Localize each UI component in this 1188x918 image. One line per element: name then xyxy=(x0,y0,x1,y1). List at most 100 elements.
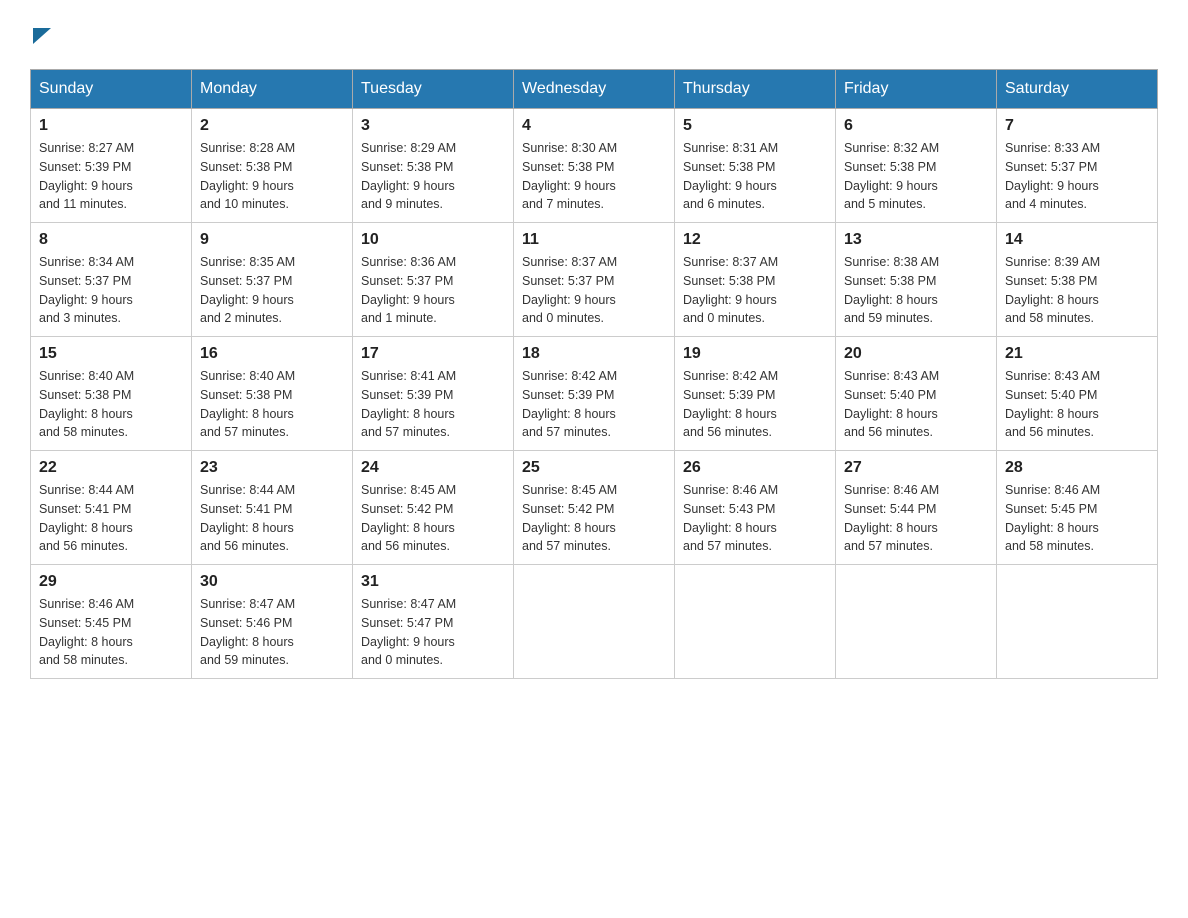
day-info: Sunrise: 8:45 AMSunset: 5:42 PMDaylight:… xyxy=(522,481,666,556)
calendar-day-cell: 6 Sunrise: 8:32 AMSunset: 5:38 PMDayligh… xyxy=(836,109,997,223)
calendar-day-cell: 12 Sunrise: 8:37 AMSunset: 5:38 PMDaylig… xyxy=(675,223,836,337)
calendar-day-cell: 18 Sunrise: 8:42 AMSunset: 5:39 PMDaylig… xyxy=(514,337,675,451)
day-info: Sunrise: 8:46 AMSunset: 5:45 PMDaylight:… xyxy=(39,595,183,670)
calendar-week-row: 15 Sunrise: 8:40 AMSunset: 5:38 PMDaylig… xyxy=(31,337,1158,451)
calendar-day-cell: 28 Sunrise: 8:46 AMSunset: 5:45 PMDaylig… xyxy=(997,451,1158,565)
day-info: Sunrise: 8:47 AMSunset: 5:46 PMDaylight:… xyxy=(200,595,344,670)
calendar-day-header: Thursday xyxy=(675,70,836,109)
day-info: Sunrise: 8:27 AMSunset: 5:39 PMDaylight:… xyxy=(39,139,183,214)
calendar-day-cell: 17 Sunrise: 8:41 AMSunset: 5:39 PMDaylig… xyxy=(353,337,514,451)
day-info: Sunrise: 8:34 AMSunset: 5:37 PMDaylight:… xyxy=(39,253,183,328)
day-info: Sunrise: 8:41 AMSunset: 5:39 PMDaylight:… xyxy=(361,367,505,442)
calendar-day-cell: 4 Sunrise: 8:30 AMSunset: 5:38 PMDayligh… xyxy=(514,109,675,223)
calendar-day-cell: 13 Sunrise: 8:38 AMSunset: 5:38 PMDaylig… xyxy=(836,223,997,337)
calendar-header-row: SundayMondayTuesdayWednesdayThursdayFrid… xyxy=(31,70,1158,109)
calendar-day-header: Friday xyxy=(836,70,997,109)
day-number: 26 xyxy=(683,459,827,477)
day-number: 22 xyxy=(39,459,183,477)
day-info: Sunrise: 8:42 AMSunset: 5:39 PMDaylight:… xyxy=(522,367,666,442)
day-number: 4 xyxy=(522,117,666,135)
day-info: Sunrise: 8:35 AMSunset: 5:37 PMDaylight:… xyxy=(200,253,344,328)
calendar-day-header: Saturday xyxy=(997,70,1158,109)
calendar-day-cell: 9 Sunrise: 8:35 AMSunset: 5:37 PMDayligh… xyxy=(192,223,353,337)
day-number: 18 xyxy=(522,345,666,363)
day-info: Sunrise: 8:37 AMSunset: 5:38 PMDaylight:… xyxy=(683,253,827,328)
day-number: 5 xyxy=(683,117,827,135)
calendar-day-cell: 30 Sunrise: 8:47 AMSunset: 5:46 PMDaylig… xyxy=(192,565,353,679)
day-info: Sunrise: 8:37 AMSunset: 5:37 PMDaylight:… xyxy=(522,253,666,328)
calendar-day-header: Sunday xyxy=(31,70,192,109)
day-number: 13 xyxy=(844,231,988,249)
calendar-day-cell xyxy=(836,565,997,679)
day-number: 25 xyxy=(522,459,666,477)
day-info: Sunrise: 8:46 AMSunset: 5:45 PMDaylight:… xyxy=(1005,481,1149,556)
calendar-day-cell xyxy=(514,565,675,679)
day-number: 2 xyxy=(200,117,344,135)
calendar-day-cell: 19 Sunrise: 8:42 AMSunset: 5:39 PMDaylig… xyxy=(675,337,836,451)
calendar-day-cell: 3 Sunrise: 8:29 AMSunset: 5:38 PMDayligh… xyxy=(353,109,514,223)
calendar-week-row: 22 Sunrise: 8:44 AMSunset: 5:41 PMDaylig… xyxy=(31,451,1158,565)
day-info: Sunrise: 8:44 AMSunset: 5:41 PMDaylight:… xyxy=(39,481,183,556)
day-number: 30 xyxy=(200,573,344,591)
page-header xyxy=(30,20,1158,49)
day-number: 9 xyxy=(200,231,344,249)
day-number: 16 xyxy=(200,345,344,363)
calendar-day-cell: 22 Sunrise: 8:44 AMSunset: 5:41 PMDaylig… xyxy=(31,451,192,565)
calendar-day-cell: 1 Sunrise: 8:27 AMSunset: 5:39 PMDayligh… xyxy=(31,109,192,223)
day-number: 28 xyxy=(1005,459,1149,477)
calendar-week-row: 29 Sunrise: 8:46 AMSunset: 5:45 PMDaylig… xyxy=(31,565,1158,679)
day-info: Sunrise: 8:47 AMSunset: 5:47 PMDaylight:… xyxy=(361,595,505,670)
calendar-day-cell: 29 Sunrise: 8:46 AMSunset: 5:45 PMDaylig… xyxy=(31,565,192,679)
calendar-day-cell: 2 Sunrise: 8:28 AMSunset: 5:38 PMDayligh… xyxy=(192,109,353,223)
day-info: Sunrise: 8:36 AMSunset: 5:37 PMDaylight:… xyxy=(361,253,505,328)
day-info: Sunrise: 8:46 AMSunset: 5:43 PMDaylight:… xyxy=(683,481,827,556)
calendar-day-cell: 14 Sunrise: 8:39 AMSunset: 5:38 PMDaylig… xyxy=(997,223,1158,337)
calendar-day-cell: 10 Sunrise: 8:36 AMSunset: 5:37 PMDaylig… xyxy=(353,223,514,337)
calendar-day-header: Wednesday xyxy=(514,70,675,109)
day-number: 17 xyxy=(361,345,505,363)
day-number: 7 xyxy=(1005,117,1149,135)
day-number: 15 xyxy=(39,345,183,363)
day-number: 6 xyxy=(844,117,988,135)
calendar-day-cell: 26 Sunrise: 8:46 AMSunset: 5:43 PMDaylig… xyxy=(675,451,836,565)
calendar-day-cell: 16 Sunrise: 8:40 AMSunset: 5:38 PMDaylig… xyxy=(192,337,353,451)
day-number: 20 xyxy=(844,345,988,363)
day-number: 31 xyxy=(361,573,505,591)
calendar-day-cell: 15 Sunrise: 8:40 AMSunset: 5:38 PMDaylig… xyxy=(31,337,192,451)
logo xyxy=(30,20,51,49)
day-number: 24 xyxy=(361,459,505,477)
day-info: Sunrise: 8:31 AMSunset: 5:38 PMDaylight:… xyxy=(683,139,827,214)
day-info: Sunrise: 8:43 AMSunset: 5:40 PMDaylight:… xyxy=(844,367,988,442)
calendar-day-cell: 20 Sunrise: 8:43 AMSunset: 5:40 PMDaylig… xyxy=(836,337,997,451)
calendar-day-cell: 23 Sunrise: 8:44 AMSunset: 5:41 PMDaylig… xyxy=(192,451,353,565)
day-info: Sunrise: 8:45 AMSunset: 5:42 PMDaylight:… xyxy=(361,481,505,556)
logo-blue-part xyxy=(30,20,51,49)
day-info: Sunrise: 8:28 AMSunset: 5:38 PMDaylight:… xyxy=(200,139,344,214)
calendar-day-cell: 5 Sunrise: 8:31 AMSunset: 5:38 PMDayligh… xyxy=(675,109,836,223)
day-info: Sunrise: 8:46 AMSunset: 5:44 PMDaylight:… xyxy=(844,481,988,556)
calendar-day-cell: 8 Sunrise: 8:34 AMSunset: 5:37 PMDayligh… xyxy=(31,223,192,337)
calendar-day-cell xyxy=(997,565,1158,679)
day-number: 29 xyxy=(39,573,183,591)
calendar-day-cell: 27 Sunrise: 8:46 AMSunset: 5:44 PMDaylig… xyxy=(836,451,997,565)
day-number: 12 xyxy=(683,231,827,249)
calendar-table: SundayMondayTuesdayWednesdayThursdayFrid… xyxy=(30,69,1158,679)
day-info: Sunrise: 8:44 AMSunset: 5:41 PMDaylight:… xyxy=(200,481,344,556)
day-number: 27 xyxy=(844,459,988,477)
day-number: 10 xyxy=(361,231,505,249)
day-number: 23 xyxy=(200,459,344,477)
day-number: 21 xyxy=(1005,345,1149,363)
day-info: Sunrise: 8:38 AMSunset: 5:38 PMDaylight:… xyxy=(844,253,988,328)
day-info: Sunrise: 8:40 AMSunset: 5:38 PMDaylight:… xyxy=(39,367,183,442)
calendar-day-header: Tuesday xyxy=(353,70,514,109)
day-number: 19 xyxy=(683,345,827,363)
day-info: Sunrise: 8:29 AMSunset: 5:38 PMDaylight:… xyxy=(361,139,505,214)
calendar-week-row: 1 Sunrise: 8:27 AMSunset: 5:39 PMDayligh… xyxy=(31,109,1158,223)
day-number: 3 xyxy=(361,117,505,135)
day-info: Sunrise: 8:43 AMSunset: 5:40 PMDaylight:… xyxy=(1005,367,1149,442)
day-info: Sunrise: 8:42 AMSunset: 5:39 PMDaylight:… xyxy=(683,367,827,442)
calendar-day-cell xyxy=(675,565,836,679)
calendar-day-cell: 24 Sunrise: 8:45 AMSunset: 5:42 PMDaylig… xyxy=(353,451,514,565)
day-number: 14 xyxy=(1005,231,1149,249)
day-info: Sunrise: 8:39 AMSunset: 5:38 PMDaylight:… xyxy=(1005,253,1149,328)
